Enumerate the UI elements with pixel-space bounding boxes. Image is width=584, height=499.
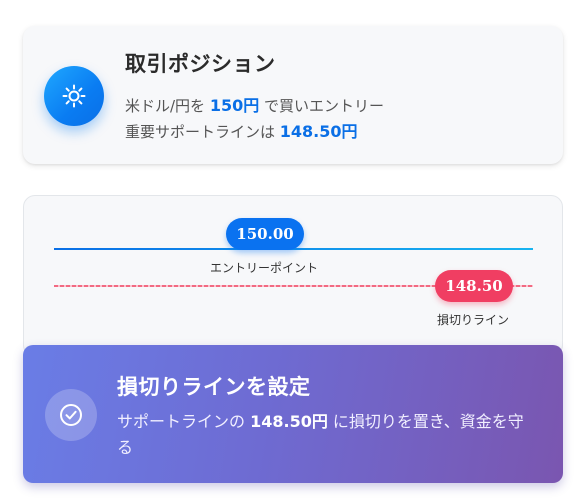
stop-loss-description: サポートラインの 148.50円 に損切りを置き、資金を守る [117, 409, 537, 461]
support-text-prefix: 重要サポートラインは [125, 123, 280, 141]
entry-text-prefix: 米ドル/円を [125, 97, 210, 115]
entry-price-badge: 150.00 [226, 218, 304, 250]
sun-icon [44, 66, 104, 126]
support-price: 148.50円 [279, 122, 358, 141]
stop-desc-prefix: サポートラインの [117, 412, 251, 431]
stop-loss-title: 損切りラインを設定 [117, 375, 311, 399]
stop-loss-card: 損切りラインを設定 サポートラインの 148.50円 に損切りを置き、資金を守る [23, 345, 563, 483]
entry-text-suffix: で買いエントリー [259, 97, 385, 115]
position-title: 取引ポジション [125, 52, 276, 76]
price-level-chart: 150.00 エントリーポイント 148.50 損切りライン [23, 195, 563, 357]
stop-loss-label: 損切りライン [437, 313, 510, 327]
entry-point-label: エントリーポイント [210, 261, 319, 275]
check-circle-icon [45, 389, 97, 441]
position-support-text: 重要サポートラインは 148.50円 [125, 118, 358, 142]
stop-loss-badge: 148.50 [435, 270, 513, 302]
position-entry-text: 米ドル/円を 150円 で買いエントリー [125, 92, 384, 116]
stop-desc-price: 148.50円 [250, 412, 328, 431]
position-card: 取引ポジション 米ドル/円を 150円 で買いエントリー 重要サポートラインは … [23, 26, 563, 164]
entry-price: 150円 [209, 96, 260, 115]
